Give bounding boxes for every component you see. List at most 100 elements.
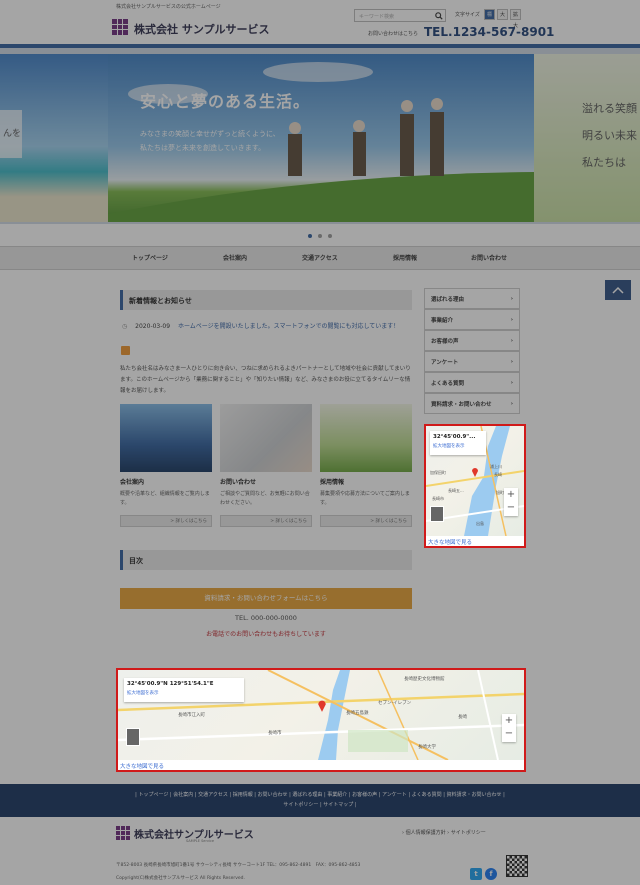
map-big-link[interactable]: 大きな地図で見る — [428, 538, 472, 546]
search-icon[interactable] — [431, 9, 446, 22]
footer-nav-line[interactable]: サイトポリシー | サイトマップ | — [110, 800, 530, 810]
map-enlarge-link[interactable]: 拡大地図を表示 — [433, 443, 483, 449]
news-date: 2020-03-09 — [135, 323, 171, 330]
zoom-out-button[interactable]: − — [502, 727, 516, 740]
site-tagline: 株式会社サンプルサービスの公式ホームページ — [116, 4, 221, 10]
font-size-large-button[interactable]: 大 — [497, 9, 508, 20]
map-zoom-controls[interactable]: + − — [504, 488, 518, 516]
map-zoom-controls[interactable]: + − — [502, 714, 516, 742]
sidebar-map[interactable]: 32°45'00.9"... 拡大地図を表示 浦上川 長崎 加保田町 長崎五..… — [426, 426, 524, 536]
footer-logo-icon[interactable] — [116, 826, 130, 840]
hero-side-line: 溢れる笑顔 — [582, 102, 637, 115]
zoom-in-button[interactable]: + — [502, 714, 516, 727]
side-item-business[interactable]: 事業紹介 › — [424, 309, 520, 330]
rss-icon[interactable] — [121, 346, 130, 355]
content-map[interactable]: 32°45'00.9"N 129°51'54.1"E 拡大地図を表示 長崎歴史文… — [118, 670, 524, 760]
font-size-xlarge-button[interactable]: 拡大 — [510, 9, 521, 29]
card-more-button[interactable]: > 詳しくはこちら — [220, 515, 312, 527]
nav-item-access[interactable]: 交通アクセス — [302, 253, 338, 262]
map-coord: 32°45'00.9"N 129°51'54.1"E — [127, 681, 214, 687]
news-text[interactable]: ホームページを開設いたしました。スマートフォンでの閲覧にも対応しています！ — [178, 323, 399, 330]
card-contact[interactable]: お問い合わせ ご相談やご質問など、お気軽にお問い合わせください。 > 詳しくはこ… — [220, 404, 312, 527]
card-desc: 募集要項や応募方法についてご案内します。 — [320, 491, 410, 506]
side-item-inquiry[interactable]: 資料請求・お問い合わせ › — [424, 393, 520, 414]
map-label: 長崎大学 — [418, 745, 436, 750]
sidebar-map-frame[interactable]: 32°45'00.9"... 拡大地図を表示 浦上川 長崎 加保田町 長崎五..… — [424, 424, 526, 548]
chevron-right-icon: › — [510, 316, 513, 323]
zoom-out-button[interactable]: − — [504, 501, 518, 514]
map-big-link[interactable]: 大きな地図で見る — [120, 762, 164, 770]
map-label: 長崎五... — [448, 488, 464, 493]
map-pin-icon — [472, 468, 478, 477]
footer-policy-links[interactable]: › 個人情報保護方針 › サイトポリシー — [402, 829, 486, 836]
news-item[interactable]: ◷ 2020-03-09 ホームページを開設いたしました。スマートフォンでの閲覧… — [122, 321, 399, 330]
card-more-button[interactable]: > 詳しくはこちら — [120, 515, 212, 527]
card-company[interactable]: 会社案内 概要や沿革など、組織情報をご覧内します。 > 詳しくはこちら — [120, 404, 212, 527]
card-title[interactable]: お問い合わせ — [220, 477, 312, 486]
chevron-right-icon: › — [510, 358, 513, 365]
side-item-label: 資料請求・お問い合わせ — [431, 401, 492, 408]
card-more-button[interactable]: > 詳しくはこちら — [320, 515, 412, 527]
map-info-box: 32°45'00.9"N 129°51'54.1"E 拡大地図を表示 — [124, 678, 244, 702]
card-image[interactable] — [320, 404, 412, 472]
card-image[interactable] — [120, 404, 212, 472]
slider-dot-active[interactable] — [308, 234, 312, 238]
card-title[interactable]: 会社案内 — [120, 477, 212, 486]
company-name[interactable]: 株式会社 サンプルサービス — [134, 21, 270, 37]
font-size-standard-button[interactable]: 標準 — [484, 9, 495, 29]
card-recruit[interactable]: 採用情報 募集要項や応募方法についてご案内します。 > 詳しくはこちら — [320, 404, 412, 527]
footer-nav-line[interactable]: | トップページ | 会社案内 | 交通アクセス | 採用情報 | お問い合わせ… — [110, 790, 530, 800]
hero-title: 安心と夢のある生活。 — [140, 92, 311, 111]
footer-nav-links[interactable]: | トップページ | 会社案内 | 交通アクセス | 採用情報 | お問い合わせ… — [110, 790, 530, 810]
contact-note[interactable]: お問い合わせはこちら — [368, 30, 418, 37]
nav-item-recruit[interactable]: 採用情報 — [393, 253, 417, 262]
cta-form-button[interactable]: 資料請求・お問い合わせフォームはこちら — [120, 588, 412, 609]
map-label: 旭町 — [496, 490, 504, 495]
chevron-right-icon: › — [510, 337, 513, 344]
street-view-icon[interactable] — [430, 506, 444, 522]
card-desc: ご相談やご質問など、お気軽にお問い合わせください。 — [220, 491, 310, 506]
slider-dot[interactable] — [318, 234, 322, 238]
map-label: 長崎 — [458, 715, 467, 720]
hero-side-line: 明るい未来 — [582, 129, 637, 142]
map-pin-icon — [318, 700, 326, 712]
twitter-icon[interactable]: t — [470, 868, 482, 880]
intro-text: 私たち会社名はみなさま一人ひとりに向き合い、つねに求められるよきパートナーとして… — [120, 366, 411, 394]
cta-note: お電話でのお問い合わせもお待ちしています — [206, 631, 326, 638]
side-item-faq[interactable]: よくある質問 › — [424, 372, 520, 393]
side-item-label: よくある質問 — [431, 380, 465, 387]
news-heading: 新着情報とお知らせ — [120, 290, 412, 310]
side-item-voice[interactable]: お客様の声 › — [424, 330, 520, 351]
page-top-button[interactable] — [605, 280, 631, 300]
company-logo-icon[interactable] — [112, 19, 128, 35]
side-item-label: お客様の声 — [431, 338, 459, 345]
chevron-right-icon: › — [510, 295, 513, 302]
map-label: 長崎 — [494, 472, 502, 477]
street-view-icon[interactable] — [126, 728, 140, 746]
font-size-label: 文字サイズ — [455, 12, 480, 18]
hero-prev-text[interactable]: んを — [0, 110, 22, 158]
hero-side-text: 溢れる笑顔 明るい未来 私たちは — [582, 95, 637, 176]
side-item-reasons[interactable]: 選ばれる理由 › — [424, 288, 520, 309]
side-item-survey[interactable]: アンケート › — [424, 351, 520, 372]
slider-dot[interactable] — [328, 234, 332, 238]
hero-subtitle-line: みなさまの笑顔と幸せがずっと続くように、 — [140, 130, 280, 138]
side-item-label: 事業紹介 — [431, 317, 454, 324]
side-item-label: アンケート — [431, 359, 459, 366]
nav-item-contact[interactable]: お問い合わせ — [471, 253, 507, 262]
hero-subtitle-line: 私たちは夢と未来を創造していきます。 — [140, 144, 266, 152]
clock-icon: ◷ — [122, 323, 128, 330]
card-title[interactable]: 採用情報 — [320, 477, 412, 486]
nav-item-company[interactable]: 会社案内 — [223, 253, 247, 262]
zoom-in-button[interactable]: + — [504, 488, 518, 501]
facebook-icon[interactable]: f — [485, 868, 497, 880]
map-enlarge-link[interactable]: 拡大地図を表示 — [127, 690, 241, 696]
nav-item-top[interactable]: トップページ — [132, 253, 168, 262]
slider-dots[interactable] — [308, 234, 332, 238]
card-image[interactable] — [220, 404, 312, 472]
header-tel: TEL.1234-567-8901 — [424, 25, 555, 39]
qr-code-icon — [506, 855, 528, 877]
map-info-box: 32°45'00.9"... 拡大地図を表示 — [430, 431, 486, 455]
side-menu: 選ばれる理由 › 事業紹介 › お客様の声 › アンケート › よくある質問 › 資料請求… — [424, 288, 520, 414]
content-map-frame[interactable]: 32°45'00.9"N 129°51'54.1"E 拡大地図を表示 長崎歴史文… — [116, 668, 526, 772]
